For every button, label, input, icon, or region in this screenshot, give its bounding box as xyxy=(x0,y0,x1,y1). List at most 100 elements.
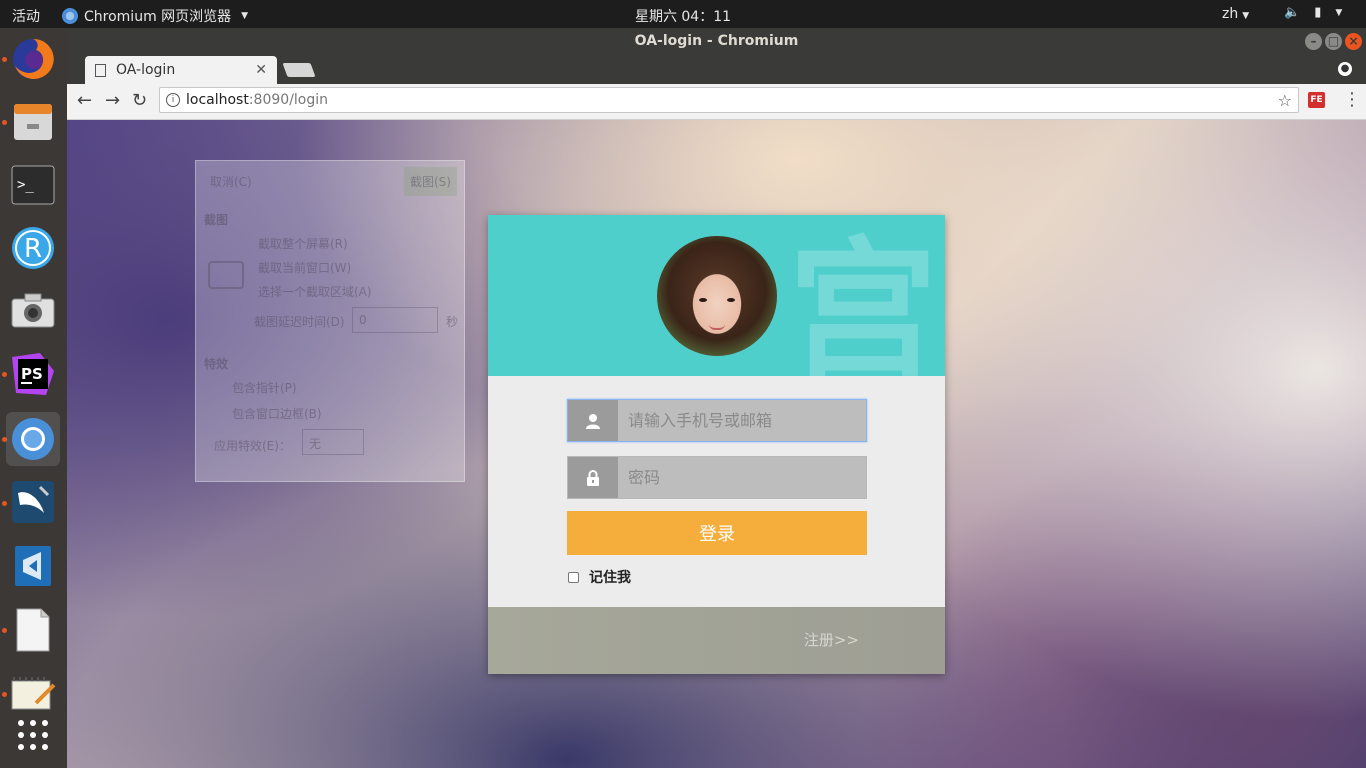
app-menu-label: Chromium 网页浏览器 xyxy=(84,9,232,25)
ghost-effect-value: 无 xyxy=(302,429,364,455)
dock-item-terminal[interactable]: >_ xyxy=(6,158,60,212)
battery-icon: ▮ xyxy=(1314,5,1322,20)
dock-item-chromium[interactable] xyxy=(6,412,60,466)
activities-button[interactable]: 活动 xyxy=(12,6,40,26)
login-form: 登录 记住我 xyxy=(567,399,867,587)
new-tab-button[interactable] xyxy=(282,63,316,77)
dock-item-libreoffice[interactable] xyxy=(6,603,60,657)
dock-item-screenshot[interactable] xyxy=(6,284,60,338)
lock-icon xyxy=(568,457,618,498)
tab-strip: OA-login ✕ ● xyxy=(67,55,1366,84)
browser-toolbar: ← → ↻ i localhost:8090/login ☆ FE ⋮ xyxy=(67,84,1366,120)
remember-me-checkbox[interactable] xyxy=(568,571,579,583)
chevron-down-icon: ▼ xyxy=(1242,11,1250,21)
decorative-watermark: 宫 xyxy=(788,222,939,376)
address-bar[interactable]: i localhost:8090/login ☆ xyxy=(159,87,1299,113)
ghost-delay-label: 截图延迟时间(D) xyxy=(254,315,345,329)
extension-icon[interactable]: FE xyxy=(1308,92,1325,108)
system-tray[interactable]: 🔈 ▮ ▼ xyxy=(1284,5,1342,20)
page-icon xyxy=(95,63,106,77)
remember-me-row[interactable]: 记住我 xyxy=(567,567,867,587)
window-titlebar[interactable]: OA-login - Chromium – □ × xyxy=(67,28,1366,55)
reload-icon[interactable]: ↻ xyxy=(132,90,147,111)
volume-icon: 🔈 xyxy=(1284,5,1301,20)
ghost-cancel: 取消(C) xyxy=(210,175,252,189)
dock-item-mysql-workbench[interactable] xyxy=(6,475,60,529)
rstudio-icon: R xyxy=(12,227,54,269)
dock-item-rstudio[interactable]: R xyxy=(6,221,60,275)
window-title: OA-login - Chromium xyxy=(634,33,799,49)
tab-close-icon[interactable]: ✕ xyxy=(255,62,267,78)
register-link[interactable]: 注册>> xyxy=(804,629,859,650)
back-arrow-icon[interactable]: ← xyxy=(77,90,92,111)
ghost-pointer: 包含指针(P) xyxy=(232,381,297,395)
dock-item-firefox[interactable] xyxy=(6,32,60,86)
app-menu[interactable]: Chromium 网页浏览器 ▼ xyxy=(62,6,248,26)
chevron-down-icon: ▼ xyxy=(241,11,249,21)
username-field xyxy=(567,399,867,442)
chromium-icon xyxy=(62,8,78,24)
ghost-apply-effect: 应用特效(E)： xyxy=(214,439,291,453)
profile-icon[interactable]: ● xyxy=(1338,62,1352,76)
dock-item-vscode[interactable] xyxy=(6,539,60,593)
files-icon xyxy=(14,104,52,140)
kebab-menu-icon[interactable]: ⋮ xyxy=(1343,89,1361,110)
chromium-icon xyxy=(12,418,54,460)
svg-text:PS: PS xyxy=(21,365,43,383)
avatar-eye xyxy=(727,298,735,302)
username-input[interactable] xyxy=(618,400,866,441)
user-icon xyxy=(568,400,618,441)
firefox-icon xyxy=(13,38,54,79)
terminal-icon: >_ xyxy=(11,165,55,205)
url-path: :8090/login xyxy=(248,92,329,108)
avatar-mouth xyxy=(709,324,725,330)
ghost-border: 包含窗口边框(B) xyxy=(232,407,322,421)
input-method-menu[interactable]: zh ▼ xyxy=(1222,6,1249,22)
password-field xyxy=(567,456,867,499)
login-button[interactable]: 登录 xyxy=(567,511,867,555)
ghost-opt-area: 选择一个截取区域(A) xyxy=(258,285,372,299)
forward-arrow-icon[interactable]: → xyxy=(105,90,120,111)
login-card: 宫 请输入手机号或邮箱 登录 记住我 注册>> xyxy=(488,215,945,674)
chevron-down-icon: ▼ xyxy=(1335,8,1343,18)
browser-window: OA-login - Chromium – □ × OA-login ✕ ● ←… xyxy=(67,28,1366,768)
password-input[interactable] xyxy=(618,457,866,498)
ghost-opt-window: 截取当前窗口(W) xyxy=(258,261,352,275)
ghost-screenshot-dialog: 取消(C) 截图(S) 截图 截取整个屏幕(R) 截取当前窗口(W) 选择一个截… xyxy=(195,160,465,482)
ghost-capture: 截图(S) xyxy=(404,167,457,196)
maximize-button[interactable]: □ xyxy=(1325,33,1342,50)
tab-title: OA-login xyxy=(116,62,176,78)
login-card-footer: 注册>> xyxy=(488,607,945,674)
remember-me-label: 记住我 xyxy=(589,570,631,586)
ghost-section-capture: 截图 xyxy=(204,213,229,227)
minimize-button[interactable]: – xyxy=(1305,33,1322,50)
dock: >_ R PS xyxy=(0,28,67,768)
avatar xyxy=(657,236,777,356)
ghost-delay-unit: 秒 xyxy=(446,315,459,329)
document-icon xyxy=(16,608,50,652)
mysql-workbench-icon xyxy=(12,481,54,523)
close-button[interactable]: × xyxy=(1345,33,1362,50)
notepad-icon xyxy=(11,677,56,710)
clock[interactable]: 星期六 04：11 xyxy=(635,9,731,25)
svg-text:R: R xyxy=(24,234,42,264)
camera-icon xyxy=(11,293,55,328)
svg-text:>_: >_ xyxy=(17,177,34,193)
ghost-section-effects: 特效 xyxy=(204,357,229,371)
ghost-opt-full: 截取整个屏幕(R) xyxy=(258,237,348,251)
avatar-eye xyxy=(699,298,707,302)
dock-item-files[interactable] xyxy=(6,95,60,149)
page-content: 取消(C) 截图(S) 截图 截取整个屏幕(R) 截取当前窗口(W) 选择一个截… xyxy=(67,120,1366,768)
input-method-label: zh xyxy=(1222,6,1239,22)
ghost-camera-icon xyxy=(208,261,244,289)
bookmark-star-icon[interactable]: ☆ xyxy=(1278,91,1292,110)
vscode-icon xyxy=(15,546,51,586)
url-host: localhost xyxy=(186,92,249,108)
tab-oa-login[interactable]: OA-login ✕ xyxy=(85,56,277,84)
login-card-header: 宫 xyxy=(488,215,945,376)
grid-icon xyxy=(18,720,48,750)
dock-item-phpstorm[interactable]: PS xyxy=(6,347,60,401)
info-icon[interactable]: i xyxy=(166,93,180,107)
top-bar: 活动 Chromium 网页浏览器 ▼ 星期六 04：11 zh ▼ 🔈 ▮ ▼ xyxy=(0,0,1366,28)
show-apps-button[interactable] xyxy=(6,708,60,762)
